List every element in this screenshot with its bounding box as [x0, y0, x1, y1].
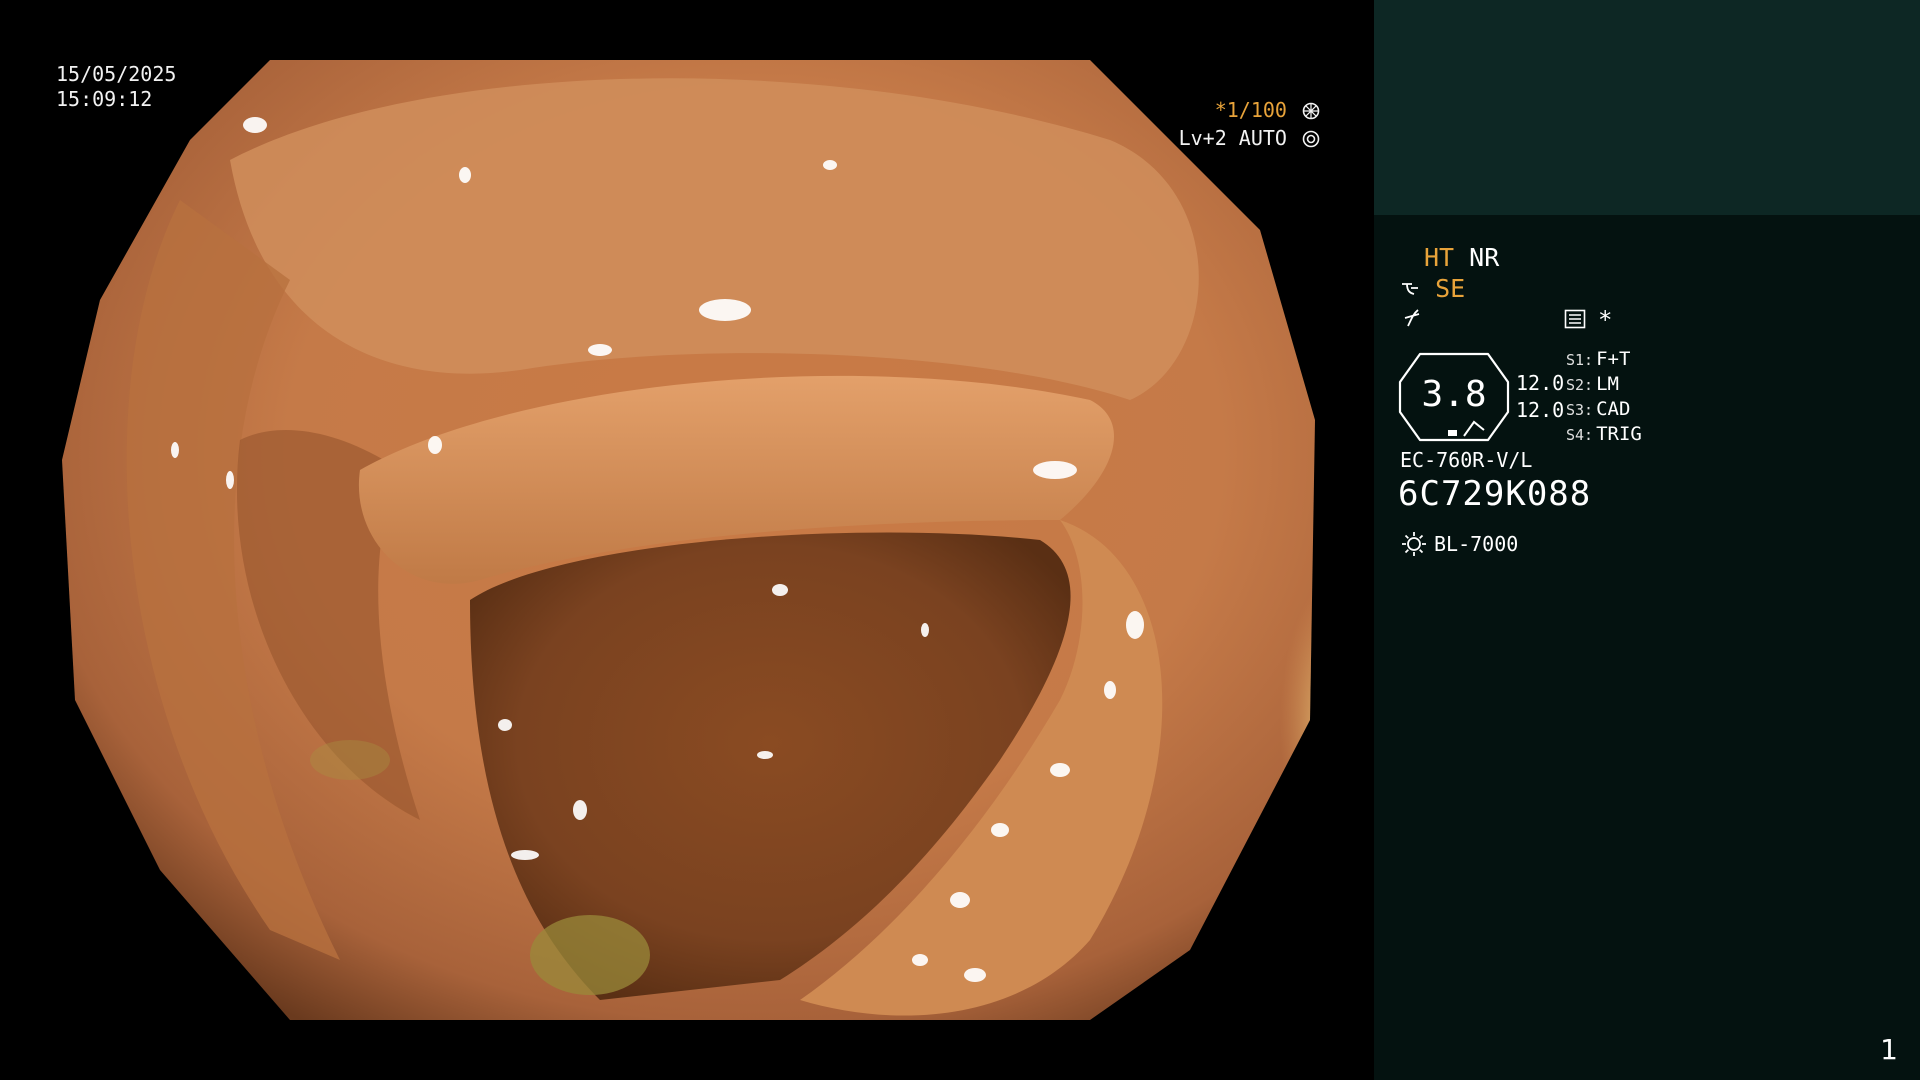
scope-model: EC-760R-V/L: [1400, 448, 1533, 472]
time-text: 15:09:12: [56, 87, 153, 111]
mode-row-ht-nr: HT NR: [1424, 243, 1499, 273]
mode-se: SE: [1435, 274, 1466, 303]
level-text: Lv+2 AUTO: [1178, 126, 1287, 150]
scope-serial-number: 6C729K088: [1398, 474, 1592, 514]
switch-s2-key: S2:: [1566, 376, 1594, 394]
memory-card-icon: [1564, 309, 1586, 329]
endoscope-image-area: 15/05/2025 15:09:12 *1/100 Lv+2 AUTO: [0, 0, 1372, 1080]
waveform-icon: [1404, 309, 1420, 327]
switch-s3-key: S3:: [1566, 401, 1594, 419]
switch-s1-value: F+T: [1596, 348, 1631, 370]
datetime-overlay: 15/05/2025 15:09:12: [56, 62, 176, 112]
switch-s4-value: TRIG: [1596, 423, 1642, 445]
value-2: 12.0: [1516, 398, 1565, 422]
zoom-value: 3.8: [1421, 374, 1487, 415]
switch-s1: S1: F+T: [1566, 348, 1630, 370]
aperture-icon: [1302, 102, 1320, 120]
mode-nr: NR: [1469, 243, 1500, 272]
auto-iris-icon: [1302, 130, 1320, 148]
colon-lumen-image: [62, 60, 1315, 1020]
frame-number: 1: [1880, 1033, 1898, 1066]
date-text: 15/05/2025: [56, 62, 177, 86]
light-source-text: BL-7000: [1434, 532, 1519, 556]
switch-s3-value: CAD: [1596, 398, 1631, 420]
switch-s2: S2: LM: [1566, 373, 1619, 395]
value-1: 12.0: [1516, 371, 1565, 395]
switch-s4-key: S4:: [1566, 426, 1594, 444]
switch-s2-value: LM: [1596, 373, 1619, 395]
light-source-icon: [1402, 532, 1426, 556]
brightness-level-indicator: Lv+2 AUTO: [1179, 126, 1320, 150]
switch-s3: S3: CAD: [1566, 398, 1630, 420]
shutter-text: *1/100: [1214, 98, 1287, 122]
switch-s4: S4: TRIG: [1566, 423, 1642, 445]
switch-s1-key: S1:: [1566, 351, 1594, 369]
mode-row-se: SE: [1400, 274, 1465, 304]
panel-header-area: [1374, 0, 1920, 215]
light-source: BL-7000: [1400, 530, 1518, 558]
info-panel: [1374, 215, 1920, 1080]
mode-ht: HT: [1424, 243, 1455, 272]
asterisk-indicator: *: [1598, 306, 1613, 334]
enhancement-icon: [1402, 283, 1418, 295]
shutter-speed-indicator: *1/100: [1215, 98, 1320, 122]
